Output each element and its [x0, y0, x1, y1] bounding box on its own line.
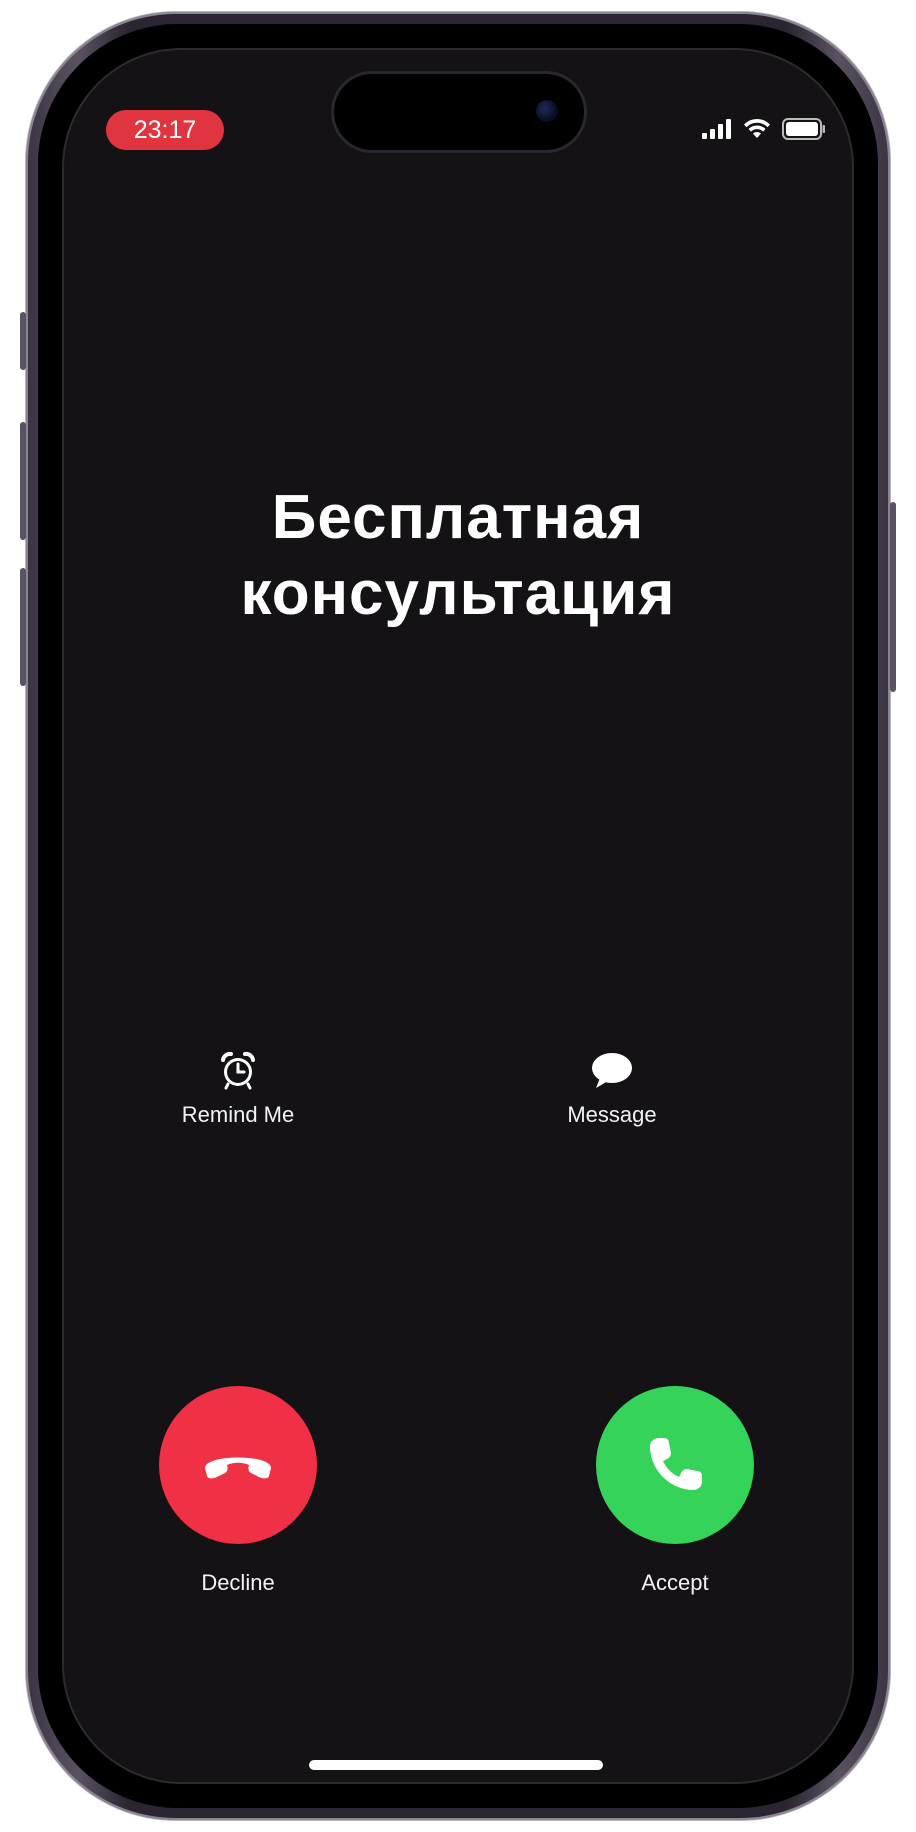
front-camera-icon — [536, 100, 558, 122]
message-bubble-icon — [592, 1053, 632, 1088]
caller-name-line-2: консультация — [240, 559, 676, 628]
cellular-signal-icon — [702, 119, 731, 139]
message-label: Message — [567, 1102, 657, 1127]
remind-me-label: Remind Me — [181, 1102, 295, 1127]
dynamic-island — [334, 74, 584, 150]
remind-me-button[interactable]: Remind Me — [138, 1050, 338, 1128]
battery-icon — [782, 118, 825, 140]
accept-label: Accept — [641, 1570, 709, 1595]
action-button — [20, 312, 26, 370]
decline-button[interactable] — [159, 1386, 317, 1544]
incoming-call-screen: 23:17 Бесплатная консультация Remind Me … — [64, 50, 852, 1782]
status-time[interactable]: 23:17 — [106, 110, 224, 150]
power-button — [890, 502, 896, 692]
status-icons — [702, 118, 826, 140]
accept-button[interactable] — [596, 1386, 754, 1544]
caller-name-line-1: Бесплатная — [271, 483, 645, 552]
decline-label: Decline — [201, 1570, 275, 1595]
alarm-clock-icon — [221, 1051, 255, 1090]
volume-down-button — [20, 568, 26, 686]
volume-up-button — [20, 422, 26, 540]
wifi-icon — [744, 118, 770, 138]
hang-up-phone-icon — [205, 1457, 271, 1479]
caller-name: Бесплатная консультация — [64, 480, 852, 632]
phone-icon — [650, 1438, 702, 1490]
home-indicator[interactable] — [309, 1760, 603, 1770]
message-button[interactable]: Message — [512, 1050, 712, 1128]
